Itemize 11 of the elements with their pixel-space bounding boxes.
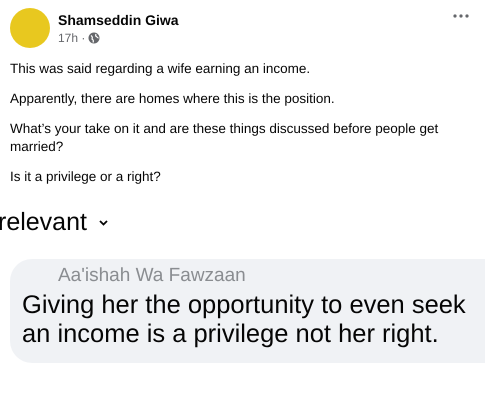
post-time[interactable]: 17h · [58, 30, 86, 44]
post-text: What’s your take on it and are these things discussed before people get married? [10, 120, 440, 156]
post-text: Is it a privilege or a right? [10, 168, 162, 186]
post-text: Apparently, there are homes where this is the position. [10, 90, 336, 108]
globe-icon [88, 32, 100, 44]
author-name[interactable]: Shamseddin Giwa [58, 12, 445, 28]
chevron-down-icon[interactable] [98, 220, 108, 226]
sort-label[interactable]: relevant [0, 208, 87, 237]
post-text: This was said regarding a wife earning an income. [10, 60, 312, 78]
comment-text: Giving her the opportunity to even seek an income is a privilege not her right. [22, 291, 467, 349]
more-options-icon[interactable] [453, 14, 469, 18]
